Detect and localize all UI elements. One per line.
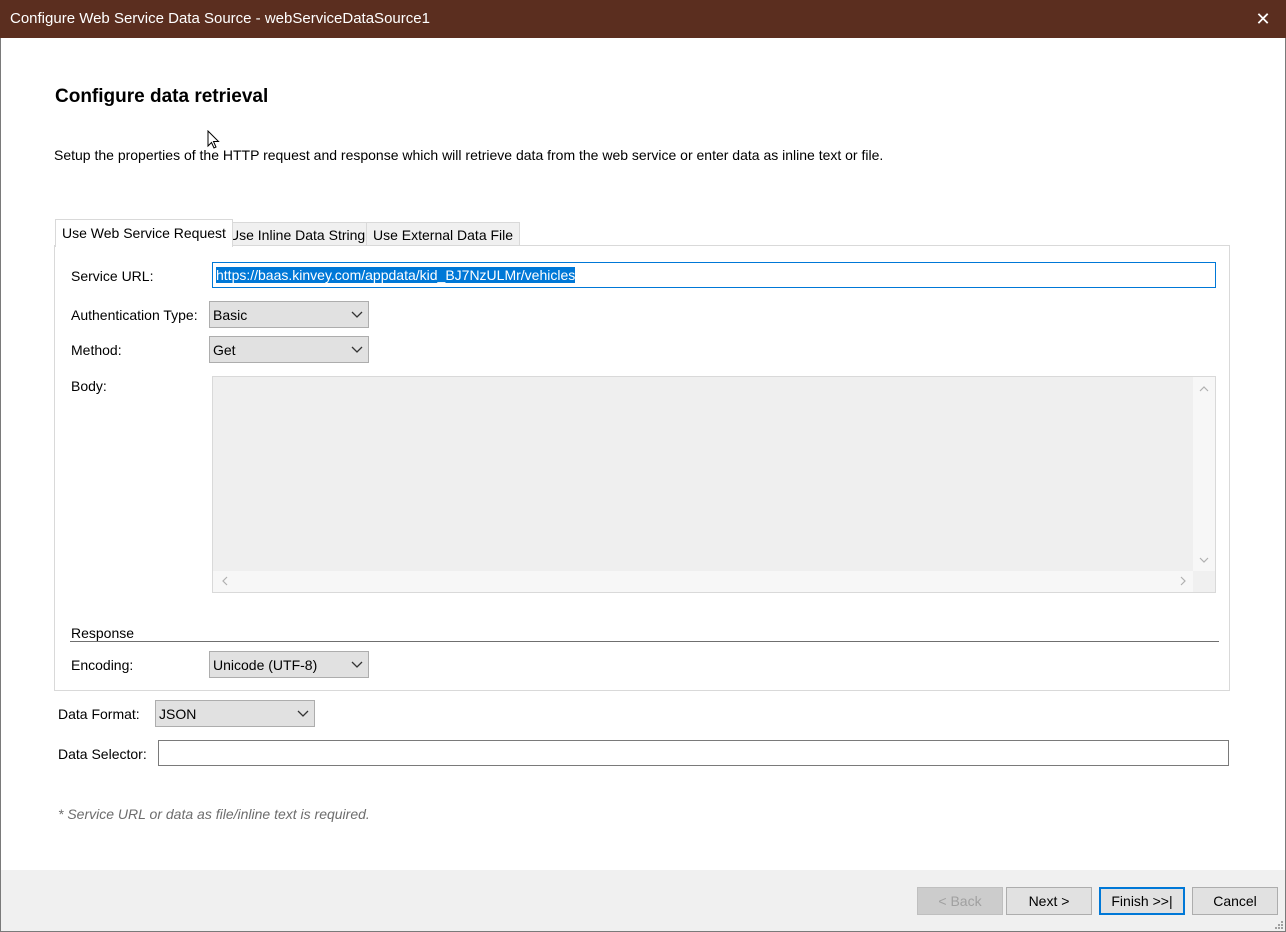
response-divider	[70, 641, 1219, 642]
encoding-value: Unicode (UTF-8)	[213, 656, 318, 673]
mouse-cursor-icon	[207, 130, 220, 149]
authentication-type-dropdown[interactable]: Basic	[209, 301, 369, 328]
service-url-input[interactable]: https://baas.kinvey.com/appdata/kid_BJ7N…	[212, 262, 1216, 288]
horizontal-scrollbar[interactable]	[213, 571, 1195, 592]
page-title: Configure data retrieval	[55, 86, 269, 107]
authentication-type-value: Basic	[213, 306, 248, 323]
scroll-left-icon[interactable]	[220, 576, 230, 586]
authentication-type-label: Authentication Type:	[71, 307, 198, 323]
method-value: Get	[213, 341, 236, 358]
body-textarea[interactable]	[212, 376, 1216, 593]
encoding-dropdown[interactable]: Unicode (UTF-8)	[209, 651, 369, 678]
tab-inline-data-string[interactable]: Use Inline Data String	[222, 222, 373, 246]
service-url-value: https://baas.kinvey.com/appdata/kid_BJ7N…	[216, 267, 576, 283]
method-label: Method:	[71, 342, 122, 358]
dialog-footer	[1, 870, 1285, 931]
chevron-down-icon	[351, 311, 363, 318]
method-dropdown[interactable]: Get	[209, 336, 369, 363]
cancel-button[interactable]: Cancel	[1192, 887, 1278, 915]
scroll-right-icon[interactable]	[1178, 576, 1188, 586]
encoding-label: Encoding:	[71, 657, 134, 673]
chevron-down-icon	[351, 661, 363, 668]
data-format-value: JSON	[159, 705, 197, 722]
scrollbar-corner	[1193, 571, 1215, 592]
response-section-label: Response	[71, 625, 135, 641]
window-title: Configure Web Service Data Source - webS…	[10, 10, 430, 27]
chevron-down-icon	[351, 346, 363, 353]
data-selector-input[interactable]	[158, 740, 1229, 766]
page-description: Setup the properties of the HTTP request…	[54, 147, 884, 163]
chevron-down-icon	[297, 710, 309, 717]
data-selector-label: Data Selector:	[58, 746, 147, 762]
finish-button[interactable]: Finish >>|	[1099, 887, 1185, 915]
tab-external-data-file[interactable]: Use External Data File	[366, 222, 521, 246]
scroll-up-icon[interactable]	[1199, 384, 1209, 394]
data-format-dropdown[interactable]: JSON	[155, 700, 315, 727]
body-label: Body:	[71, 378, 107, 394]
scroll-down-icon[interactable]	[1199, 555, 1209, 565]
close-icon[interactable]: ✕	[1240, 0, 1286, 38]
data-format-label: Data Format:	[58, 706, 140, 722]
service-url-label: Service URL:	[71, 268, 154, 284]
required-note: * Service URL or data as file/inline tex…	[58, 806, 370, 822]
back-button[interactable]: < Back	[917, 887, 1003, 915]
next-button[interactable]: Next >	[1006, 887, 1092, 915]
vertical-scrollbar[interactable]	[1193, 377, 1215, 572]
title-bar: Configure Web Service Data Source - webS…	[0, 0, 1286, 38]
resize-grip-icon[interactable]	[1275, 921, 1283, 929]
tab-web-service-request[interactable]: Use Web Service Request	[55, 219, 233, 247]
